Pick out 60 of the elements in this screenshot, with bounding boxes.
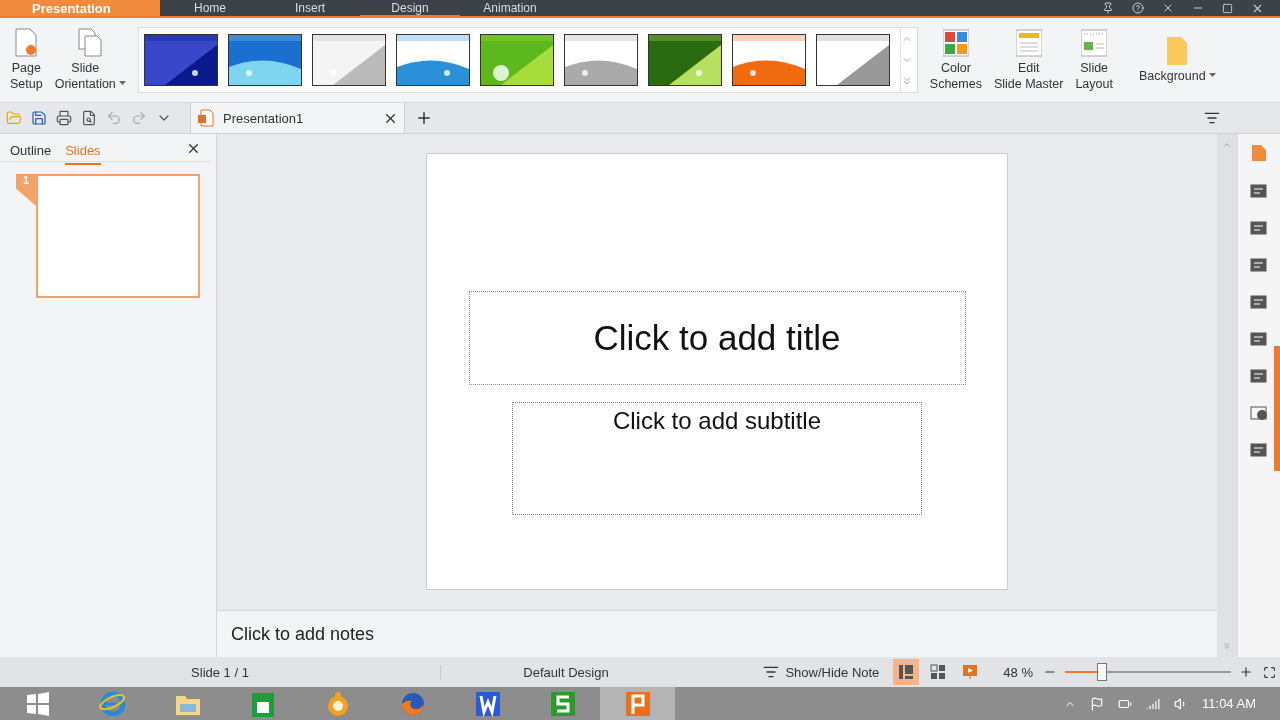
button-label: Show/Hide Note	[785, 664, 880, 680]
print-icon[interactable]	[56, 110, 72, 126]
panel-menu-icon[interactable]	[1204, 110, 1220, 126]
ribbon-button[interactable]: Slide Orientation	[50, 24, 130, 96]
subtitle-placeholder[interactable]: Click to add subtitle	[512, 402, 922, 515]
ribbon-button[interactable]: Color Schemes	[925, 24, 986, 96]
title-placeholder[interactable]: Click to add title	[468, 291, 966, 385]
zoom-percent: 48 %	[1003, 664, 1033, 680]
view-button[interactable]	[893, 659, 920, 685]
close-icon[interactable]	[186, 141, 201, 156]
tab-title: Presentation1	[223, 110, 305, 126]
document-tab[interactable]: Presentation1	[190, 103, 405, 133]
slide-layout-icon	[1081, 28, 1108, 58]
presentation-app-icon[interactable]	[623, 689, 652, 718]
button-label: Edit Slide Master	[993, 60, 1064, 92]
ribbon-button[interactable]: Background	[1134, 32, 1220, 88]
color-grid-icon	[942, 28, 969, 58]
show-hide-note-button[interactable]: Show/Hide Note	[763, 664, 880, 680]
button-label: Slide Orientation	[54, 60, 116, 92]
panel-tab[interactable]: Outline	[10, 142, 52, 165]
page-gear-icon	[13, 28, 40, 58]
slideshow-icon	[962, 664, 979, 680]
menu-tab[interactable]: Home	[160, 0, 260, 18]
presentation-file-icon	[197, 109, 215, 127]
pin-icon[interactable]	[1102, 2, 1114, 14]
collapse-handle[interactable]	[1274, 346, 1280, 471]
ribbon-button[interactable]: Slide Layout	[1071, 24, 1117, 96]
slide-thumbnail[interactable]	[36, 174, 200, 298]
new-tab-icon[interactable]	[415, 109, 433, 127]
slider-thumb[interactable]	[1096, 663, 1107, 681]
notes-placeholder[interactable]: Click to add notes	[217, 610, 1217, 657]
design-name: Default Design	[522, 664, 610, 680]
slide-counter: Slide 1 / 1	[0, 664, 441, 680]
flag-icon[interactable]	[1090, 696, 1105, 711]
menu-tab[interactable]: Insert	[260, 0, 360, 18]
ribbon-button[interactable]: Page Setup	[6, 24, 47, 96]
pages-icon	[77, 28, 104, 58]
save-icon[interactable]	[31, 110, 47, 126]
menu-tab[interactable]: Animation	[460, 0, 560, 18]
spreadsheet-app-icon[interactable]	[548, 689, 577, 718]
writer-app-icon[interactable]	[473, 689, 502, 718]
print-preview-icon[interactable]	[81, 110, 97, 126]
close-icon[interactable]	[1162, 2, 1174, 14]
help-icon[interactable]	[1132, 2, 1144, 14]
normal-view-icon	[898, 664, 915, 680]
lines-icon	[763, 664, 780, 680]
shapes-icon[interactable]	[1250, 405, 1268, 421]
grid-view-icon	[930, 664, 947, 680]
button-label: Background	[1138, 68, 1206, 84]
ribbon-button[interactable]: Edit Slide Master	[989, 24, 1068, 96]
maximize-icon[interactable]	[1222, 2, 1233, 14]
zoom-in-icon[interactable]	[1239, 665, 1253, 679]
slide-number: 1	[16, 174, 36, 206]
button-label: Color Schemes	[929, 60, 982, 92]
fit-icon[interactable]	[1263, 665, 1276, 679]
button-label: Page Setup	[10, 60, 43, 92]
slide-master-icon	[1015, 28, 1042, 58]
layout-icon[interactable]	[1250, 183, 1268, 199]
signal-icon[interactable]	[1146, 696, 1161, 711]
button-label: Slide Layout	[1075, 60, 1113, 92]
